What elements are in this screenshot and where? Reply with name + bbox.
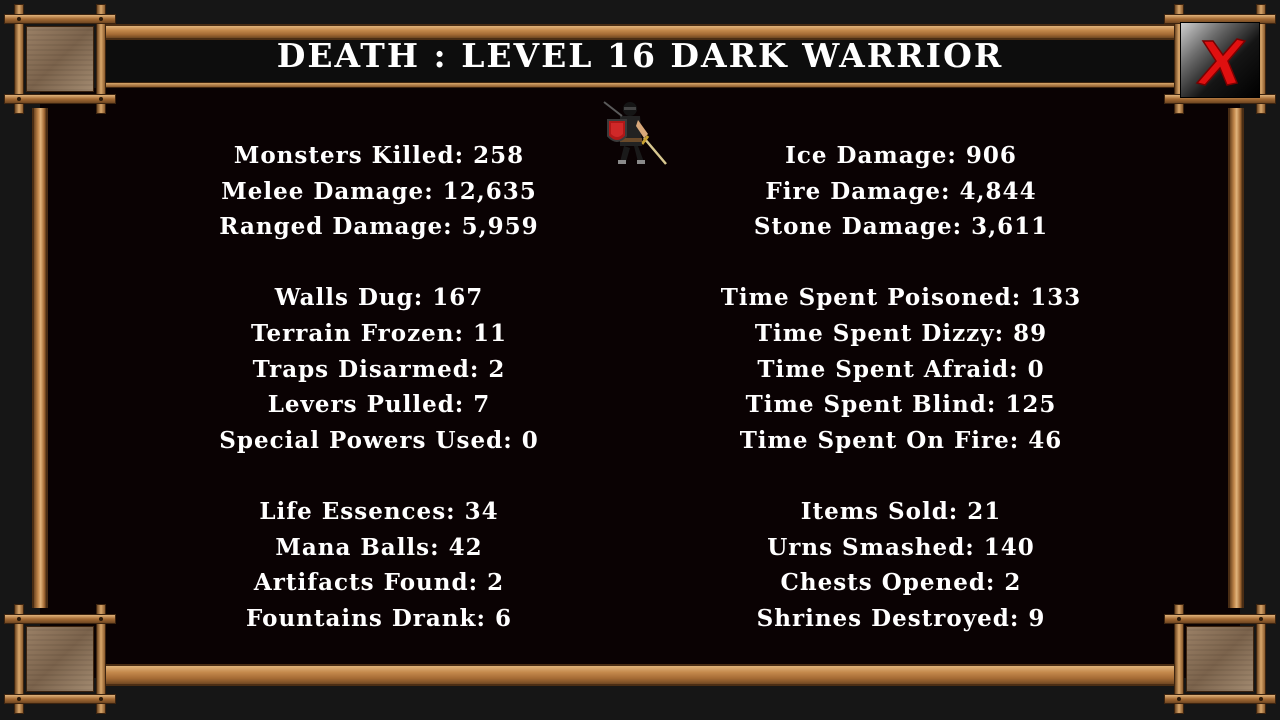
stat-ice-damage: Ice Damage: 906 (785, 142, 1017, 169)
stat-mana-balls: Mana Balls: 42 (275, 533, 483, 561)
stat-stone-damage: Stone Damage: 3,611 (753, 213, 1049, 241)
stat-time-poisoned: Time Spent Poisoned: 133 (720, 284, 1082, 312)
frame-beam-bottom (100, 664, 1180, 686)
stat-traps-disarmed: Traps Disarmed: 2 (252, 355, 506, 383)
stat-time-afraid: Time Spent Afraid: 0 (757, 355, 1045, 383)
stat-fire-damage: Fire Damage: 4,844 (765, 177, 1037, 205)
frame-beam-right (1228, 108, 1244, 608)
close-button[interactable] (1180, 22, 1260, 98)
frame-corner-bottom-right (1164, 604, 1276, 714)
page-title: DEATH : LEVEL 16 DARK WARRIOR (276, 36, 1004, 75)
stat-chests-opened: Chests Opened: 2 (780, 569, 1022, 597)
stat-walls-dug: Walls Dug: 167 (274, 284, 484, 312)
frame-beam-left (32, 108, 48, 608)
close-x-icon (1195, 38, 1247, 86)
stat-terrain-frozen: Terrain Frozen: 11 (250, 319, 508, 347)
stat-levers-pulled: Levers Pulled: 7 (267, 391, 491, 419)
stat-time-dizzy: Time Spent Dizzy: 89 (754, 319, 1048, 347)
left-stats-column: Monsters Killed: 258 Melee Damage: 12,63… (119, 138, 639, 636)
frame-corner-bottom-left (4, 604, 116, 714)
stat-shrines-destroyed: Shrines Destroyed: 9 (756, 604, 1046, 632)
stat-melee-damage: Melee Damage: 12,635 (221, 177, 537, 205)
stat-life-essences: Life Essences: 34 (259, 497, 499, 525)
stat-items-sold: Items Sold: 21 (800, 497, 1002, 525)
stat-time-blind: Time Spent Blind: 125 (745, 391, 1057, 419)
stat-time-on-fire: Time Spent On Fire: 46 (739, 426, 1063, 454)
stat-special-powers-used: Special Powers Used: 0 (219, 426, 539, 454)
stat-fountains-drank: Fountains Drank: 6 (246, 604, 512, 632)
stat-monsters-killed: Monsters Killed: 258 (233, 142, 525, 169)
frame-rail-title-bottom (100, 82, 1180, 88)
stat-urns-smashed: Urns Smashed: 140 (767, 533, 1035, 561)
stat-artifacts-found: Artifacts Found: 2 (253, 569, 505, 597)
right-stats-column: Ice Damage: 906 Fire Damage: 4,844 Stone… (641, 138, 1161, 636)
stat-ranged-damage: Ranged Damage: 5,959 (219, 213, 539, 241)
